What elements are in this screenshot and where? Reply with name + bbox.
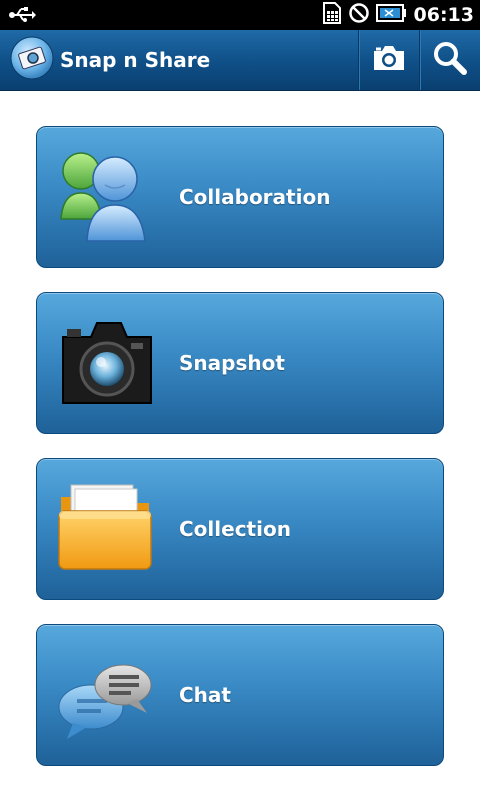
usb-icon bbox=[8, 3, 36, 27]
search-button[interactable] bbox=[419, 30, 480, 90]
menu-item-label: Chat bbox=[179, 683, 231, 707]
users-icon bbox=[57, 149, 157, 245]
menu-item-label: Collaboration bbox=[179, 185, 331, 209]
status-time: 06:13 bbox=[413, 4, 474, 26]
no-sign-icon bbox=[348, 2, 370, 28]
app-logo bbox=[8, 34, 56, 82]
search-icon bbox=[432, 40, 468, 80]
menu-item-snapshot[interactable]: Snapshot bbox=[36, 292, 444, 434]
status-bar: 06:13 bbox=[0, 0, 480, 30]
camera-icon bbox=[57, 315, 157, 411]
menu-item-collection[interactable]: Collection bbox=[36, 458, 444, 600]
menu-item-chat[interactable]: Chat bbox=[36, 624, 444, 766]
app-title: Snap n Share bbox=[60, 48, 211, 72]
camera-button[interactable] bbox=[358, 30, 419, 90]
chat-icon bbox=[57, 647, 157, 743]
battery-icon bbox=[375, 2, 406, 28]
menu-item-label: Collection bbox=[179, 517, 291, 541]
folder-icon bbox=[57, 481, 157, 577]
menu-item-label: Snapshot bbox=[179, 351, 285, 375]
menu-item-collaboration[interactable]: Collaboration bbox=[36, 126, 444, 268]
app-bar: Snap n Share bbox=[0, 30, 480, 91]
camera-icon bbox=[371, 43, 407, 77]
sim-icon bbox=[322, 1, 342, 29]
